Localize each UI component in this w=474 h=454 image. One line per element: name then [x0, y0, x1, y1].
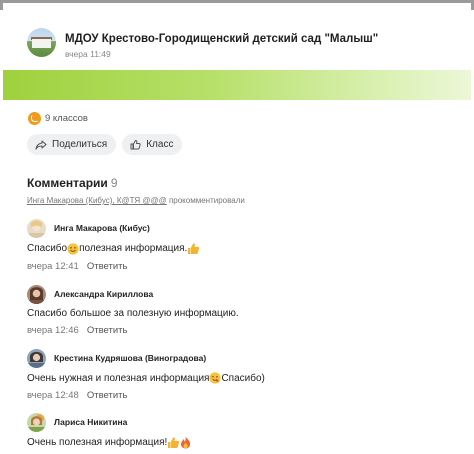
share-arrow-icon	[35, 139, 47, 150]
frame-edge-left	[0, 0, 3, 10]
comment-time: вчера 12:41	[27, 261, 79, 272]
comment-text: Спасибо большое за полезную информацию.	[27, 308, 239, 319]
avatar-photo	[27, 218, 46, 238]
commenters-names-link[interactable]: Инга Макарова (Кибус), К@ТЯ @@@	[27, 196, 167, 205]
comment-text-part: Спасибо	[27, 243, 68, 254]
avatar-photo	[27, 348, 46, 368]
comments-count: 9	[110, 176, 118, 190]
reply-button[interactable]: Ответить	[87, 390, 128, 401]
group-info: МДОУ Крестово-Городищенский детский сад …	[65, 28, 378, 59]
share-button[interactable]: Поделиться	[27, 134, 117, 155]
frame-edge-top	[0, 0, 474, 3]
avatar-photo	[27, 284, 46, 304]
fire-emoji-icon	[181, 436, 191, 449]
reply-button[interactable]: Ответить	[87, 261, 128, 272]
comment-item: Крестина Кудряшова (Виноградова) Очень н…	[27, 348, 265, 401]
smiling-face-icon	[67, 242, 79, 255]
commenters-summary: Инга Макарова (Кибус), К@ТЯ @@@ прокомме…	[27, 196, 245, 205]
thumbs-up-circle-icon	[28, 112, 41, 125]
commenters-suffix: прокомментировали	[166, 196, 245, 205]
comment-text-part: Спасибо большое за полезную информацию.	[27, 308, 239, 319]
comment-author[interactable]: Крестина Кудряшова (Виноградова)	[54, 353, 206, 363]
comments-heading: Комментарии 9	[27, 176, 118, 190]
klass-count: 9 классов	[45, 113, 88, 124]
avatar-photo	[27, 412, 46, 432]
comment-meta: вчера 12:48 Ответить	[27, 390, 265, 401]
post-banner-image	[3, 70, 471, 100]
winking-face-icon	[209, 372, 222, 384]
comment-author[interactable]: Инга Макарова (Кибус)	[54, 223, 150, 233]
comment-author[interactable]: Александра Кириллова	[54, 289, 153, 299]
comment-header: Александра Кириллова	[27, 284, 239, 304]
comment-meta: вчера 12:41 Ответить	[27, 261, 200, 272]
share-label: Поделиться	[52, 139, 108, 150]
group-avatar[interactable]	[27, 28, 56, 57]
thumbs-up-emoji-icon	[168, 437, 180, 448]
comment-text: Очень нужная и полезная информация Спаси…	[27, 372, 265, 384]
comment-meta: вчера 12:46 Ответить	[27, 325, 239, 336]
klass-count-row[interactable]: 9 классов	[28, 112, 88, 125]
post-time: вчера 11:49	[65, 49, 111, 59]
thumbs-up-emoji-icon	[188, 243, 200, 254]
comment-time: вчера 12:46	[27, 325, 79, 336]
comment-header: Лариса Никитина	[27, 412, 191, 432]
group-name-link[interactable]: МДОУ Крестово-Городищенский детский сад …	[65, 33, 378, 45]
comment-header: Крестина Кудряшова (Виноградова)	[27, 348, 265, 368]
klass-button[interactable]: Класс	[122, 134, 183, 155]
comment-text-part: Очень нужная и полезная информация	[27, 372, 210, 384]
comment-item: Лариса Никитина Очень полезная информаци…	[27, 412, 191, 449]
thumbs-up-icon	[130, 140, 141, 150]
comment-text-part: Очень полезная информация!	[27, 437, 168, 448]
avatar-building	[32, 39, 51, 48]
comment-time: вчера 12:48	[27, 390, 79, 401]
post-actions: Поделиться Класс	[27, 134, 183, 155]
avatar[interactable]	[27, 348, 46, 368]
comment-text-part: полезная информация.	[79, 243, 188, 254]
comment-item: Александра Кириллова Спасибо большое за …	[27, 284, 239, 336]
avatar[interactable]	[27, 284, 46, 304]
comment-author[interactable]: Лариса Никитина	[54, 417, 127, 427]
avatar[interactable]	[27, 218, 46, 238]
avatar[interactable]	[27, 412, 46, 432]
comment-item: Инга Макарова (Кибус) Спасибо полезная и…	[27, 218, 200, 272]
post-page: МДОУ Крестово-Городищенский детский сад …	[0, 0, 474, 454]
comment-text: Очень полезная информация!	[27, 436, 191, 449]
comment-text: Спасибо полезная информация.	[27, 242, 200, 255]
post-header: МДОУ Крестово-Городищенский детский сад …	[27, 28, 378, 59]
comments-title: Комментарии	[27, 176, 108, 190]
reply-button[interactable]: Ответить	[87, 325, 128, 336]
klass-label: Класс	[146, 139, 174, 150]
comment-header: Инга Макарова (Кибус)	[27, 218, 200, 238]
comment-text-part: Спасибо)	[221, 372, 265, 384]
